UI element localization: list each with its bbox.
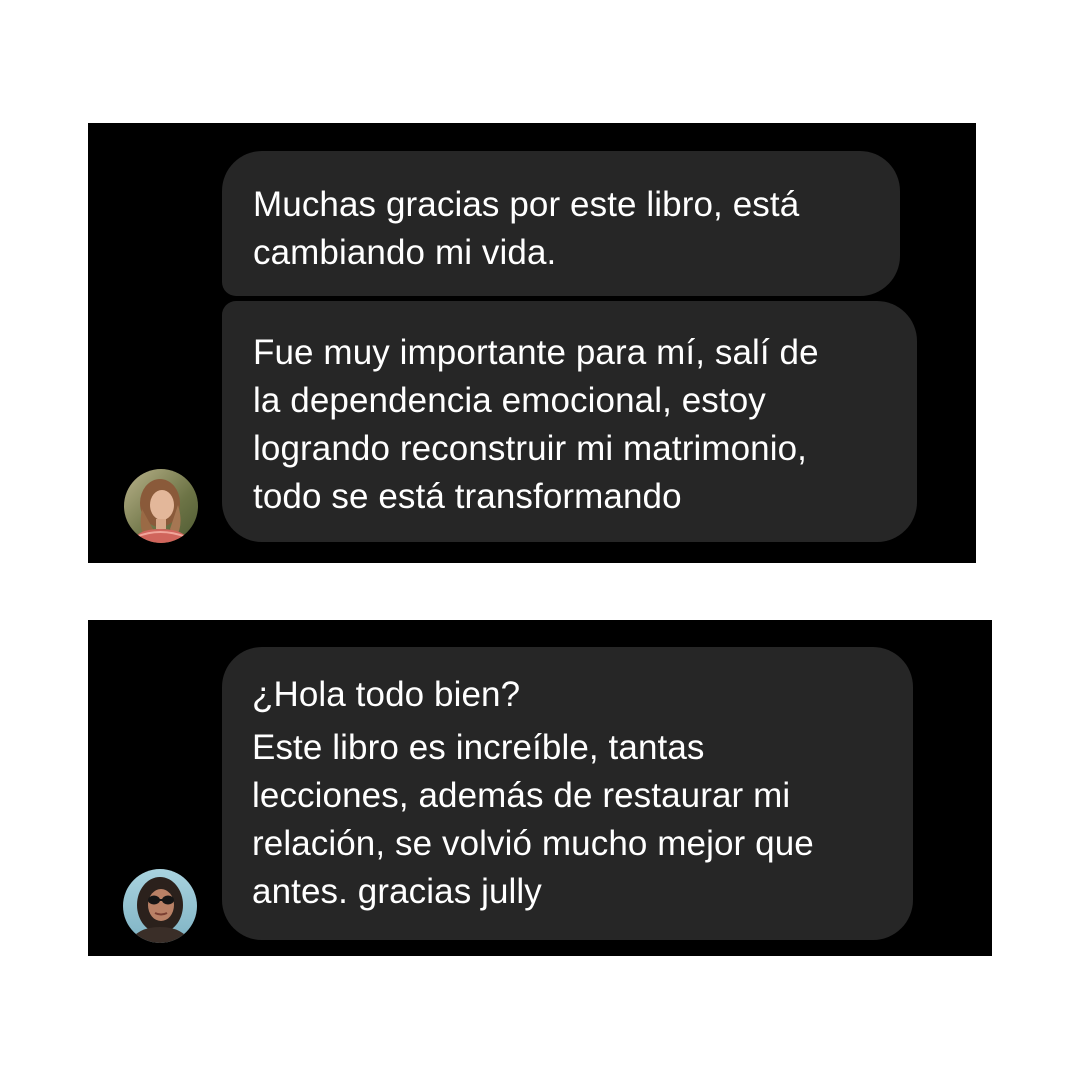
sender-avatar-icon[interactable] [123, 869, 197, 943]
message-bubble[interactable]: Muchas gracias por este libro, está camb… [222, 151, 900, 296]
message-bubble[interactable]: ¿Hola todo bien? Este libro es increíble… [222, 647, 913, 940]
message-text: Fue muy importante para mí, salí de la d… [253, 333, 819, 516]
message-text: Muchas gracias por este libro, está camb… [253, 185, 800, 272]
sender-avatar-icon[interactable] [124, 469, 198, 543]
message-bubble[interactable]: Fue muy importante para mí, salí de la d… [222, 301, 917, 542]
chat-screenshot-2: ¿Hola todo bien? Este libro es increíble… [88, 620, 992, 956]
chat-screenshot-1: Muchas gracias por este libro, está camb… [88, 123, 976, 563]
message-text: Este libro es increíble, tantas leccione… [252, 728, 814, 911]
message-greeting: ¿Hola todo bien? [252, 675, 521, 714]
